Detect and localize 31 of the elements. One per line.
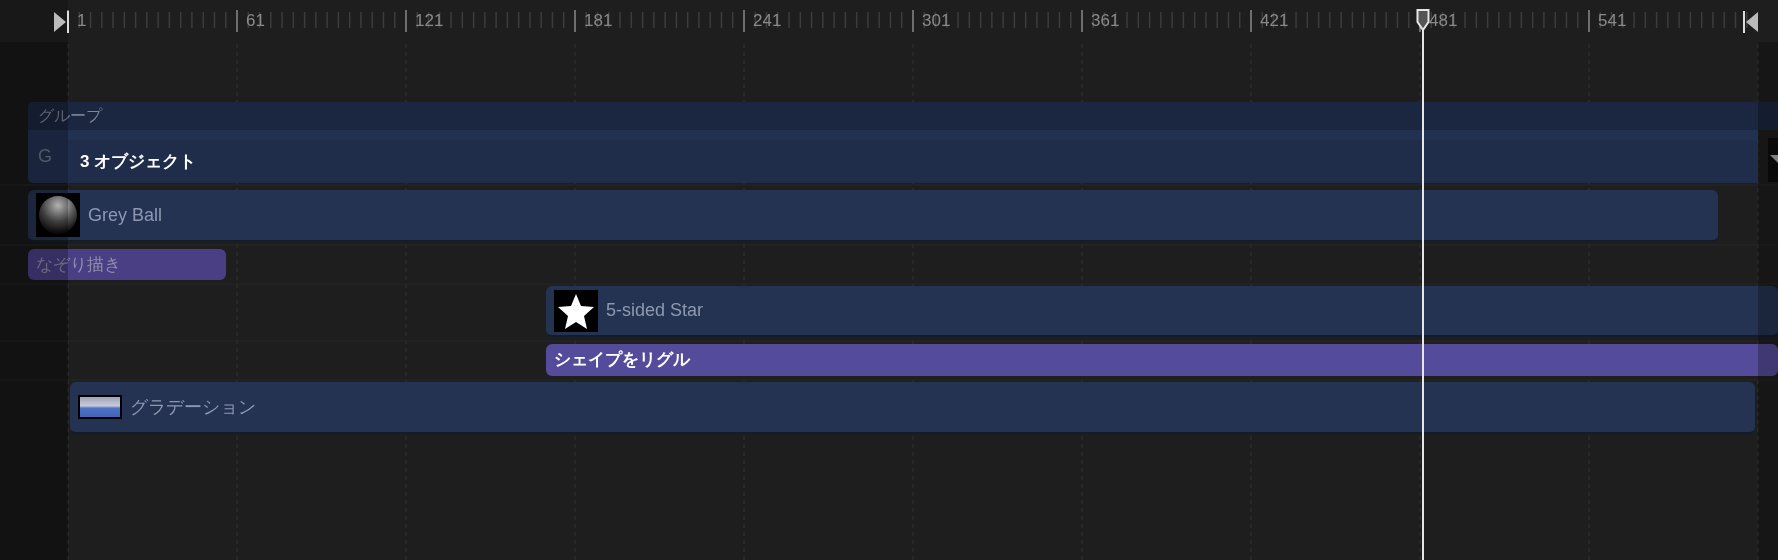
group-content-bar[interactable]: 3 オブジェクト: [68, 140, 1758, 183]
track-label: Grey Ball: [88, 203, 163, 227]
track-label: シェイプをリグル: [554, 349, 690, 372]
frame-number: 121: [415, 10, 444, 32]
layer-bar[interactable]: グラデーション: [70, 382, 1755, 434]
frame-number: 421: [1260, 10, 1289, 32]
frame-number: 481: [1429, 10, 1458, 32]
layer-bar[interactable]: 5-sided Star: [546, 286, 1778, 337]
group-letter: G: [37, 145, 53, 168]
behavior-bar[interactable]: シェイプをリグル: [546, 344, 1778, 376]
frame-number: 301: [922, 10, 951, 32]
group-header-bar[interactable]: グループ: [28, 102, 1778, 130]
star-thumbnail-icon: [554, 289, 598, 332]
frame-number: 361: [1091, 10, 1120, 32]
track-label: なぞり描き: [36, 253, 121, 276]
gradient-thumbnail-icon: [78, 395, 122, 419]
layer-bar[interactable]: Grey Ball: [28, 190, 1718, 242]
track-label: グラデーション: [130, 395, 256, 419]
out-point-marker[interactable]: [1742, 10, 1760, 34]
track-label: 5-sided Star: [606, 299, 704, 322]
frame-number: 61: [246, 10, 265, 32]
behavior-bar[interactable]: なぞり描き: [28, 249, 226, 280]
frame-number: 541: [1598, 10, 1627, 32]
frame-number: 181: [584, 10, 613, 32]
frame-number: 1: [77, 10, 87, 32]
playhead[interactable]: [1416, 8, 1430, 560]
track-label: 3 オブジェクト: [80, 150, 197, 173]
sphere-thumbnail-icon: [36, 193, 80, 237]
in-point-marker[interactable]: [52, 10, 70, 34]
track-label: グループ: [38, 106, 102, 126]
frame-number: 241: [753, 10, 782, 32]
